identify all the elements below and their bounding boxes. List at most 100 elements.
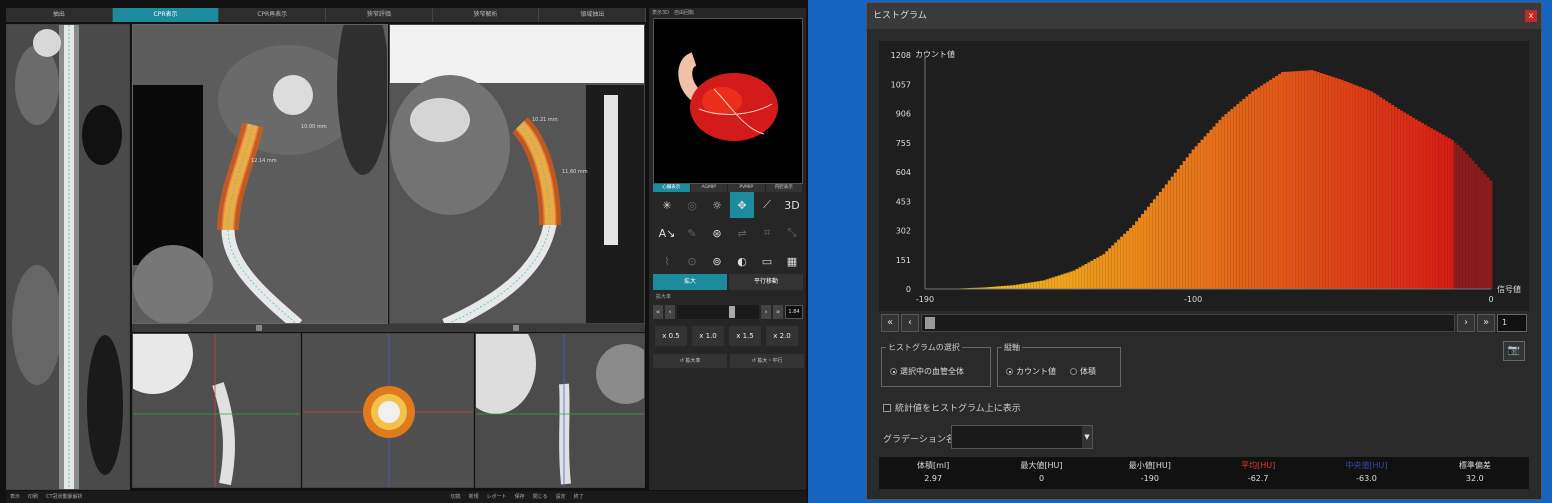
- histogram-bar: [1233, 106, 1237, 289]
- status-close[interactable]: 閉じる: [533, 491, 548, 503]
- histogram-bar: [1266, 81, 1270, 290]
- histogram-bar: [1123, 233, 1127, 289]
- tool-reset-icon[interactable]: ✳: [655, 192, 679, 218]
- tool-annotation-icon[interactable]: A↘: [655, 220, 679, 246]
- render-tab-heart[interactable]: 心臓表示: [653, 184, 691, 192]
- render-tab-pvmip[interactable]: PVMIP: [728, 184, 766, 192]
- histogram-bar: [1316, 72, 1320, 289]
- straightened-vessel-view[interactable]: [6, 24, 130, 490]
- show-stats-checkbox-box[interactable]: [883, 403, 891, 412]
- tool-layout-icon[interactable]: ▦: [780, 248, 804, 274]
- cpr2-scroll-knob[interactable]: [513, 325, 519, 331]
- zoom-next-icon[interactable]: ›: [761, 305, 771, 319]
- chevron-down-icon[interactable]: ▼: [1082, 426, 1092, 448]
- tool-frame-icon[interactable]: ▭: [755, 248, 779, 274]
- zoom-preset-2-0[interactable]: x 2.0: [766, 326, 798, 346]
- cpr-view-1[interactable]: 10.00 mm 12.14 mm: [132, 24, 388, 324]
- cross-section-view-1[interactable]: [132, 333, 301, 488]
- radio-selected-vessel[interactable]: 選択中の血管全体: [890, 366, 964, 377]
- hist-track[interactable]: [921, 314, 1455, 332]
- status-settings[interactable]: 設定: [556, 491, 566, 503]
- heart-3d-view[interactable]: [653, 18, 803, 184]
- tool-spring-icon[interactable]: ⌇: [655, 248, 679, 274]
- histogram-select-group: ヒストグラムの選択 選択中の血管全体: [881, 342, 991, 387]
- render-tab-agmip[interactable]: AGMIP: [690, 184, 728, 192]
- stat-volume-value: 2.97: [924, 474, 943, 483]
- histogram-bar: [1281, 72, 1284, 289]
- hist-prev-icon[interactable]: ‹: [901, 314, 919, 332]
- cpr-scroll-strip[interactable]: [132, 324, 645, 332]
- y-tick-label: 453: [896, 197, 911, 206]
- gradation-select[interactable]: ▼: [951, 425, 1093, 449]
- tool-crop-icon[interactable]: ⌗: [755, 220, 779, 246]
- status-new[interactable]: 新規: [469, 491, 479, 503]
- zoom-slider[interactable]: « ‹ › » 1.84: [653, 304, 803, 320]
- straightened-vessel-image: [7, 25, 129, 489]
- stat-mean: 平均[HU] -62.7: [1204, 457, 1312, 489]
- camera-icon[interactable]: 📷: [1503, 341, 1525, 361]
- radio-volume-dot[interactable]: [1070, 368, 1077, 375]
- tool-swap-icon[interactable]: ⇌: [730, 220, 754, 246]
- tool-measure-3d-icon[interactable]: 3D: [780, 192, 804, 218]
- status-switch[interactable]: 切換: [451, 491, 461, 503]
- render-tab-lumen[interactable]: 内腔表示: [765, 184, 803, 192]
- histogram-bar: [1209, 129, 1213, 289]
- tool-move-icon[interactable]: ✥: [730, 192, 754, 218]
- tool-rotate-icon[interactable]: ⊙: [680, 248, 704, 274]
- histogram-bar: [1111, 245, 1115, 289]
- tab-cpr-display[interactable]: CPR表示: [112, 8, 220, 22]
- tool-target-icon[interactable]: ⊛: [705, 220, 729, 246]
- zoom-preset-1-0[interactable]: x 1.0: [692, 326, 724, 346]
- status-display[interactable]: 表示: [10, 491, 20, 503]
- radio-count-dot[interactable]: [1006, 368, 1013, 375]
- cpr-view-2[interactable]: 10.21 mm 11.60 mm: [389, 24, 645, 324]
- tool-brightness-icon[interactable]: ☼: [705, 192, 729, 218]
- hist-step-input[interactable]: 1: [1497, 314, 1527, 332]
- zoom-prev-icon[interactable]: ‹: [665, 305, 675, 319]
- tab-extract[interactable]: 抽出: [6, 8, 113, 22]
- tool-panel: 表示3D 自由回転 心臓表示 AGMIP PVMIP 内腔表示 ✳ ◎ ☼ ✥ …: [649, 8, 806, 490]
- tool-measure-icon[interactable]: ⟋: [755, 192, 779, 218]
- tab-cpr-redisplay[interactable]: CPR再表示: [219, 8, 327, 22]
- zoom-mode-button[interactable]: 拡大: [653, 274, 727, 290]
- tab-stenosis-analysis[interactable]: 狭窄解析: [433, 8, 540, 22]
- hist-last-icon[interactable]: »: [1477, 314, 1495, 332]
- radio-selected-vessel-dot[interactable]: [890, 368, 897, 375]
- histogram-bar: [1412, 117, 1416, 289]
- show-stats-checkbox[interactable]: 統計値をヒストグラム上に表示: [883, 401, 1021, 414]
- stats-table: 体積[ml] 2.97 最大値[HU] 0 最小値[HU] -190 平均[HU…: [879, 457, 1529, 489]
- tool-window-icon[interactable]: ◎: [680, 192, 704, 218]
- hist-thumb[interactable]: [925, 317, 935, 329]
- hist-next-icon[interactable]: ›: [1457, 314, 1475, 332]
- cross-section-view-3[interactable]: [475, 333, 645, 488]
- tab-stenosis-eval[interactable]: 狭窄評価: [326, 8, 433, 22]
- cpr1-scroll-knob[interactable]: [256, 325, 262, 331]
- zoom-track[interactable]: [677, 305, 759, 319]
- render-panel-label: 表示3D 自由回転: [652, 10, 695, 16]
- zoom-preset-1-5[interactable]: x 1.5: [729, 326, 761, 346]
- zoom-first-icon[interactable]: «: [653, 305, 663, 319]
- pan-mode-button[interactable]: 平行移動: [729, 274, 803, 290]
- zoom-last-icon[interactable]: »: [773, 305, 783, 319]
- zoom-value[interactable]: 1.84: [785, 305, 803, 319]
- tool-pen-icon[interactable]: ✎: [680, 220, 704, 246]
- status-print[interactable]: 印刷: [28, 491, 38, 503]
- histogram-bar: [1406, 114, 1410, 289]
- zoom-preset-0-5[interactable]: x 0.5: [655, 326, 687, 346]
- tool-gauge-icon[interactable]: ⊚: [705, 248, 729, 274]
- zoom-thumb[interactable]: [729, 306, 735, 318]
- close-button[interactable]: x: [1525, 10, 1537, 22]
- reset-zoom-pan-button[interactable]: ↺ 拡大・平行: [730, 354, 804, 368]
- reset-zoom-button[interactable]: ↺ 拡大率: [653, 354, 727, 368]
- cross-section-view-2[interactable]: [302, 333, 474, 488]
- status-save[interactable]: 保存: [515, 491, 525, 503]
- hist-first-icon[interactable]: «: [881, 314, 899, 332]
- radio-count[interactable]: カウント値: [1006, 366, 1056, 377]
- tab-region-extract[interactable]: 領域抽出: [539, 8, 647, 22]
- status-report[interactable]: レポート: [487, 491, 507, 503]
- histogram-bar: [1269, 79, 1273, 289]
- status-exit[interactable]: 終了: [574, 491, 584, 503]
- tool-expand-icon[interactable]: ⤡: [780, 220, 804, 246]
- radio-volume[interactable]: 体積: [1070, 366, 1096, 377]
- tool-contrast-icon[interactable]: ◐: [730, 248, 754, 274]
